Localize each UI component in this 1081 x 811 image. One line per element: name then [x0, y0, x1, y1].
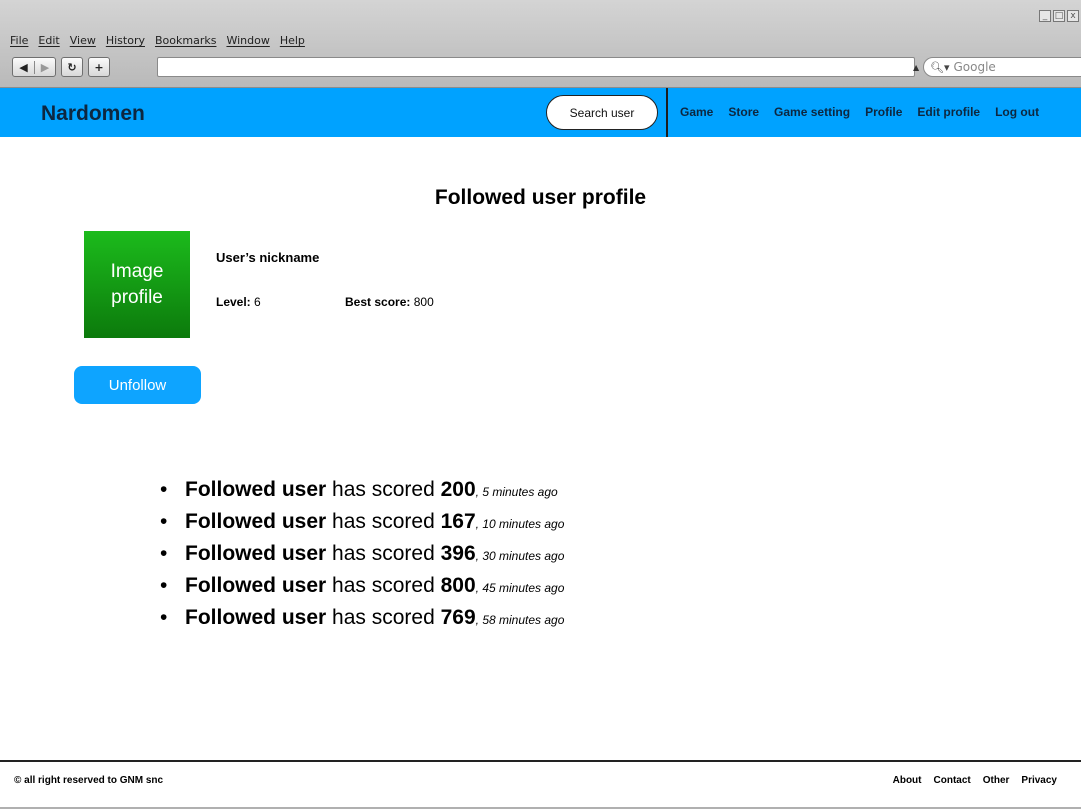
nav-divider	[666, 88, 668, 137]
back-forward-group: ◀ ▶	[12, 57, 56, 77]
footer-other-link[interactable]: Other	[983, 775, 1010, 786]
footer-contact-link[interactable]: Contact	[934, 775, 971, 786]
activity-score: 800	[440, 574, 476, 597]
activity-time: , 10 minutes ago	[475, 517, 565, 531]
top-nav: Game Store Game setting Profile Edit pro…	[680, 105, 1039, 119]
footer-links: About Contact Other Privacy	[893, 775, 1057, 786]
activity-user[interactable]: Followed user	[185, 574, 326, 597]
copyright-text: © all right reserved to GNM snc	[14, 775, 164, 786]
activity-user[interactable]: Followed user	[185, 478, 326, 501]
activity-time: , 45 minutes ago	[475, 581, 565, 595]
footer-bottom-border	[0, 807, 1081, 809]
menu-file[interactable]: File	[10, 34, 28, 47]
activity-verb: has scored	[332, 510, 435, 533]
address-bar[interactable]	[157, 57, 915, 77]
activity-time: , 5 minutes ago	[475, 485, 558, 499]
list-item: • Followed user has scored 769, 58 minute…	[160, 603, 564, 635]
nav-game[interactable]: Game	[680, 105, 713, 119]
window-controls: _ □ x	[1039, 10, 1079, 22]
list-item: • Followed user has scored 800, 45 minute…	[160, 571, 564, 603]
search-user-button[interactable]: Search user	[546, 95, 658, 130]
menu-view[interactable]: View	[70, 34, 96, 47]
nav-store[interactable]: Store	[728, 105, 759, 119]
bullet-icon: •	[160, 478, 168, 501]
bullet-icon: •	[160, 574, 168, 597]
close-button[interactable]: x	[1067, 10, 1079, 22]
search-placeholder: Google	[953, 60, 996, 74]
unfollow-button[interactable]: Unfollow	[74, 366, 201, 404]
activity-verb: has scored	[332, 574, 435, 597]
forward-icon[interactable]: ▶	[33, 60, 55, 74]
menu-window[interactable]: Window	[226, 34, 269, 47]
list-item: • Followed user has scored 200, 5 minutes…	[160, 475, 564, 507]
nav-edit-profile[interactable]: Edit profile	[917, 105, 980, 119]
level-label: Level:	[216, 295, 251, 309]
nav-profile[interactable]: Profile	[865, 105, 902, 119]
activity-score: 769	[440, 606, 476, 629]
browser-search-input[interactable]: 🔍︎▾ Google	[923, 57, 1081, 77]
user-best-score: Best score: 800	[345, 295, 434, 309]
browser-nav-buttons: ◀ ▶ ↻ +	[12, 57, 110, 77]
activity-user[interactable]: Followed user	[185, 606, 326, 629]
activity-time: , 30 minutes ago	[475, 549, 565, 563]
activity-score: 200	[440, 478, 476, 501]
user-nickname: User’s nickname	[216, 250, 320, 265]
footer-divider	[0, 760, 1081, 762]
best-score-label: Best score:	[345, 295, 411, 309]
bullet-icon: •	[160, 542, 168, 565]
app-header: Nardomen Search user Game Store Game set…	[0, 88, 1081, 137]
nav-game-setting[interactable]: Game setting	[774, 105, 850, 119]
activity-verb: has scored	[332, 478, 435, 501]
maximize-button[interactable]: □	[1053, 10, 1065, 22]
reload-icon[interactable]: ↻	[61, 57, 83, 77]
profile-image-text-2: profile	[111, 286, 163, 308]
new-tab-icon[interactable]: +	[88, 57, 110, 77]
activity-score: 396	[440, 542, 476, 565]
back-icon[interactable]: ◀	[13, 61, 34, 74]
page-title: Followed user profile	[434, 186, 647, 209]
activity-score: 167	[440, 510, 476, 533]
address-dropdown-icon[interactable]: ▲	[913, 63, 919, 72]
browser-chrome: _ □ x File Edit View History Bookmarks W…	[0, 0, 1081, 88]
activity-user[interactable]: Followed user	[185, 542, 326, 565]
bullet-icon: •	[160, 606, 168, 629]
level-value: 6	[254, 295, 261, 309]
activity-time: , 58 minutes ago	[475, 613, 565, 627]
bullet-icon: •	[160, 510, 168, 533]
activity-list: • Followed user has scored 200, 5 minutes…	[160, 475, 564, 635]
menu-edit[interactable]: Edit	[38, 34, 59, 47]
best-score-value: 800	[413, 295, 434, 309]
activity-user[interactable]: Followed user	[185, 510, 326, 533]
search-icon: 🔍︎▾	[930, 60, 950, 74]
brand-logo[interactable]: Nardomen	[41, 102, 145, 126]
minimize-button[interactable]: _	[1039, 10, 1051, 22]
nav-log-out[interactable]: Log out	[995, 105, 1039, 119]
profile-image: Image profile	[84, 231, 190, 338]
menu-help[interactable]: Help	[280, 34, 305, 47]
footer-privacy-link[interactable]: Privacy	[1021, 775, 1057, 786]
activity-verb: has scored	[332, 542, 435, 565]
menu-bar: File Edit View History Bookmarks Window …	[10, 34, 305, 47]
list-item: • Followed user has scored 167, 10 minute…	[160, 507, 564, 539]
menu-bookmarks[interactable]: Bookmarks	[155, 34, 216, 47]
profile-image-text-1: Image	[110, 260, 164, 282]
footer-about-link[interactable]: About	[893, 775, 922, 786]
list-item: • Followed user has scored 396, 30 minute…	[160, 539, 564, 571]
activity-verb: has scored	[332, 606, 435, 629]
menu-history[interactable]: History	[106, 34, 145, 47]
user-level: Level: 6	[216, 295, 261, 309]
